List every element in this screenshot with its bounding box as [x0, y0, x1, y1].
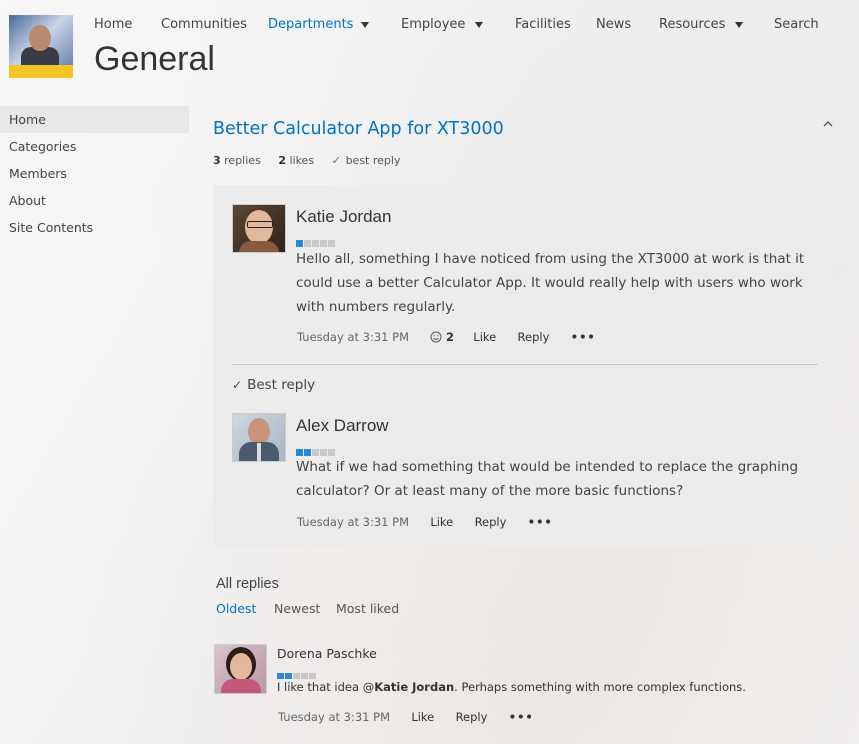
ellipsis-icon[interactable]: ••• [571, 330, 596, 344]
best-reply-indicator: best reply [345, 154, 401, 167]
likes-count: 2 [278, 154, 286, 167]
post-meta: Tuesday at 3:31 PM 2 Like Reply ••• [297, 330, 596, 344]
logo-photo [9, 15, 73, 65]
sort-oldest[interactable]: Oldest [216, 601, 256, 616]
site-title: General [94, 40, 215, 78]
mention-link[interactable]: Katie Jordan [374, 680, 454, 694]
checkmark-icon: ✓ [331, 154, 341, 167]
ellipsis-icon[interactable]: ••• [528, 515, 553, 529]
nav-news[interactable]: News [596, 17, 631, 32]
divider [232, 364, 818, 365]
best-reply-heading-label: Best reply [247, 377, 316, 393]
post-author[interactable]: Katie Jordan [296, 207, 391, 227]
nav-employee[interactable]: Employee [401, 17, 465, 32]
all-replies-heading: All replies [216, 576, 279, 592]
leftnav-item-members[interactable]: Members [0, 160, 189, 187]
leftnav-item-categories[interactable]: Categories [0, 133, 189, 160]
avatar-alex-darrow[interactable] [232, 413, 286, 462]
nav-resources[interactable]: Resources [659, 17, 725, 32]
sort-most-liked[interactable]: Most liked [336, 601, 399, 616]
likes-label: likes [289, 154, 315, 167]
left-nav: Home Categories Members About Site Conte… [0, 106, 189, 241]
post-body: Hello all, something I have noticed from… [296, 251, 805, 315]
logo-bar [9, 65, 73, 78]
replies-label: replies [224, 154, 261, 167]
post-timestamp: Tuesday at 3:31 PM [297, 330, 409, 344]
reply-body-prefix: I like that idea @ [277, 680, 375, 694]
employee-caret-down-icon[interactable] [475, 22, 483, 28]
reply-author[interactable]: Dorena Paschke [277, 646, 377, 661]
reply-timestamp: Tuesday at 3:31 PM [278, 710, 390, 724]
nav-search[interactable]: Search [774, 17, 819, 32]
reply-meta: Tuesday at 3:31 PM Like Reply ••• [278, 710, 534, 724]
site-logo[interactable] [9, 15, 73, 78]
reply-button[interactable]: Reply [518, 330, 550, 344]
thread-title[interactable]: Better Calculator App for XT3000 [213, 119, 504, 139]
nav-communities[interactable]: Communities [161, 17, 247, 32]
like-count: 2 [445, 330, 454, 344]
reply-body: I like that idea @Katie Jordan. Perhaps … [277, 680, 746, 694]
best-reply-author[interactable]: Alex Darrow [296, 416, 389, 436]
nav-departments[interactable]: Departments [268, 17, 353, 32]
best-reply-body: What if we had something that would be i… [296, 459, 799, 499]
checkmark-icon: ✓ [232, 378, 243, 392]
smiley-icon [430, 331, 442, 343]
best-reply-timestamp: Tuesday at 3:31 PM [297, 515, 409, 529]
rank-indicator [277, 664, 317, 679]
chevron-up-icon[interactable] [822, 118, 834, 130]
replies-count: 3 [213, 154, 221, 167]
departments-caret-down-icon[interactable] [361, 22, 369, 28]
reply-button[interactable]: Reply [475, 515, 507, 529]
avatar-dorena-paschke[interactable] [214, 644, 267, 694]
reply-body-suffix: . Perhaps something with more complex fu… [454, 680, 746, 694]
reply-button[interactable]: Reply [456, 710, 488, 724]
nav-facilities[interactable]: Facilities [515, 17, 571, 32]
rank-indicator [296, 441, 336, 456]
like-button[interactable]: Like [411, 710, 434, 724]
best-reply-meta: Tuesday at 3:31 PM Like Reply ••• [297, 515, 553, 529]
leftnav-item-about[interactable]: About [0, 187, 189, 214]
like-button[interactable]: Like [430, 515, 453, 529]
like-button[interactable]: Like [473, 330, 496, 344]
leftnav-item-home[interactable]: Home [0, 106, 189, 133]
page: Home Communities Departments Employee Fa… [0, 0, 859, 744]
rank-indicator [296, 232, 336, 247]
best-reply-heading: ✓ Best reply [232, 377, 315, 393]
ellipsis-icon[interactable]: ••• [509, 710, 534, 724]
sort-newest[interactable]: Newest [274, 601, 320, 616]
thread-stats: 3 replies 2 likes ✓ best reply [213, 154, 414, 167]
resources-caret-down-icon[interactable] [735, 22, 743, 28]
avatar-katie-jordan[interactable] [232, 204, 286, 253]
leftnav-item-site-contents[interactable]: Site Contents [0, 214, 189, 241]
nav-home[interactable]: Home [94, 17, 132, 32]
